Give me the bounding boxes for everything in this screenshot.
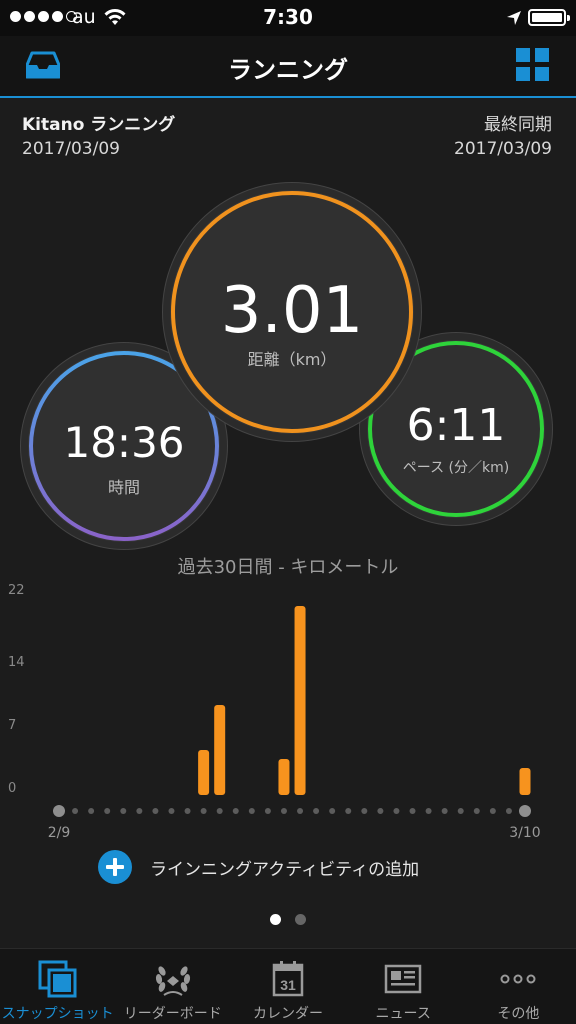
add-activity-label[interactable]: ラインニングアクティビティの追加 bbox=[150, 855, 419, 880]
day-marker bbox=[72, 808, 79, 814]
day-marker bbox=[489, 808, 496, 814]
day-marker bbox=[297, 808, 304, 814]
activity-date: 2017/03/09 bbox=[22, 139, 120, 159]
day-marker bbox=[409, 808, 416, 814]
day-marker bbox=[441, 808, 448, 814]
laurel-icon bbox=[155, 966, 190, 996]
day-marker bbox=[377, 808, 384, 814]
day-marker bbox=[473, 808, 480, 814]
pace-label: ペース (分／km) bbox=[402, 460, 510, 476]
calendar-day-text: 31 bbox=[280, 977, 296, 993]
sync-info: 最終同期 2017/03/09 bbox=[454, 110, 552, 159]
add-icon[interactable] bbox=[98, 850, 132, 884]
x-start-label: 2/9 bbox=[48, 825, 71, 841]
grid-icon[interactable] bbox=[516, 48, 549, 81]
sync-label: 最終同期 bbox=[484, 115, 552, 135]
distance-label: 距離（km） bbox=[247, 350, 337, 369]
tab-more[interactable]: その他 bbox=[461, 949, 576, 1024]
newspaper-icon bbox=[384, 964, 422, 994]
day-marker bbox=[457, 808, 464, 814]
day-marker bbox=[393, 808, 400, 814]
battery-icon bbox=[528, 9, 570, 26]
day-marker bbox=[184, 808, 191, 814]
day-marker bbox=[53, 805, 65, 817]
calendar-icon: 31 bbox=[272, 961, 304, 997]
day-marker bbox=[88, 808, 95, 814]
tab-snapshot[interactable]: スナップショット bbox=[0, 949, 115, 1024]
tab-news[interactable]: ニュース bbox=[346, 949, 461, 1024]
tab-label-snapshot: スナップショット bbox=[1, 1006, 114, 1022]
tab-label-news: ニュース bbox=[375, 1006, 431, 1022]
day-marker bbox=[200, 808, 207, 814]
day-marker bbox=[120, 808, 127, 814]
page-title: ランニング bbox=[228, 56, 348, 84]
page-dot-2[interactable] bbox=[295, 914, 306, 925]
x-end-label: 3/10 bbox=[509, 825, 540, 841]
add-activity-row[interactable]: ラインニングアクティビティの追加 bbox=[98, 850, 419, 884]
day-marker bbox=[136, 808, 143, 814]
distance-value: 3.01 bbox=[220, 274, 364, 348]
day-marker bbox=[232, 808, 239, 814]
distance-bar[interactable] bbox=[519, 768, 531, 795]
day-marker bbox=[505, 808, 512, 814]
tab-label-more: その他 bbox=[497, 1006, 540, 1022]
tab-label-leaderboard: リーダーボード bbox=[123, 1006, 222, 1022]
y-tick-label: 22 bbox=[8, 583, 25, 598]
navigation-bar: ランニング bbox=[0, 36, 576, 98]
distance-bar[interactable] bbox=[214, 705, 226, 795]
day-marker bbox=[345, 808, 352, 814]
y-tick-label: 7 bbox=[8, 718, 16, 733]
day-marker bbox=[519, 805, 531, 817]
day-marker bbox=[425, 808, 432, 814]
distance-bar[interactable] bbox=[198, 750, 210, 795]
clock: 7:30 bbox=[263, 5, 313, 29]
day-marker bbox=[313, 808, 320, 814]
activity-name: Kitano ランニング bbox=[22, 115, 176, 135]
more-icon bbox=[500, 974, 536, 984]
activity-info: Kitano ランニング 2017/03/09 bbox=[22, 110, 175, 159]
tab-leaderboard[interactable]: リーダーボード bbox=[115, 949, 230, 1024]
y-tick-label: 14 bbox=[8, 655, 25, 670]
tab-bar: スナップショット リーダーボード 31 カレンダー ニュース その他 bbox=[0, 948, 576, 1024]
y-tick-label: 0 bbox=[8, 781, 16, 796]
day-marker bbox=[361, 808, 368, 814]
status-bar: au 7:30 bbox=[0, 0, 576, 36]
day-marker bbox=[216, 808, 223, 814]
page-indicator bbox=[0, 914, 576, 925]
location-icon bbox=[507, 11, 521, 25]
day-marker bbox=[248, 808, 255, 814]
distance-metric[interactable]: 3.01 距離（km） bbox=[170, 190, 414, 434]
tab-label-calendar: カレンダー bbox=[253, 1006, 323, 1022]
day-marker bbox=[280, 808, 287, 814]
distance-bar[interactable] bbox=[278, 759, 290, 795]
distance-bar-chart: 22 14 7 0 2/9 3/10 bbox=[8, 583, 541, 841]
day-marker bbox=[104, 808, 111, 814]
day-marker bbox=[168, 808, 175, 814]
sync-date: 2017/03/09 bbox=[454, 139, 552, 159]
page-dot-1[interactable] bbox=[270, 914, 281, 925]
day-marker bbox=[264, 808, 271, 814]
tab-calendar[interactable]: 31 カレンダー bbox=[230, 949, 345, 1024]
snapshot-icon bbox=[38, 960, 77, 998]
day-marker bbox=[152, 808, 159, 814]
day-marker bbox=[329, 808, 336, 814]
time-label: 時間 bbox=[107, 478, 140, 497]
distance-bar[interactable] bbox=[294, 606, 306, 795]
